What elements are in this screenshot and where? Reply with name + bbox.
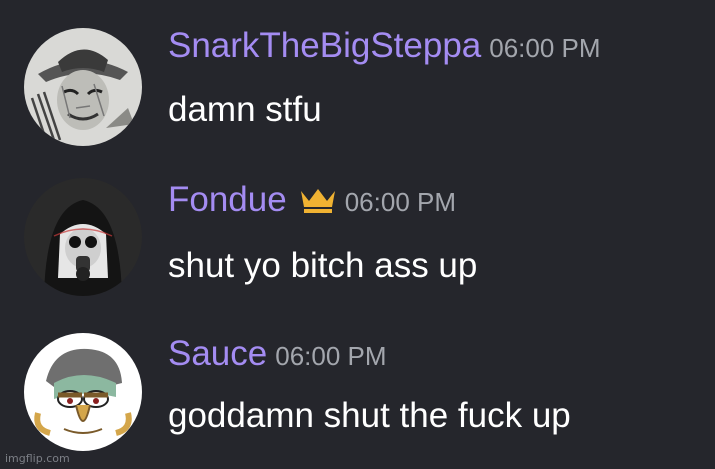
username[interactable]: Sauce (168, 334, 267, 373)
watermark: imgflip.com (5, 452, 70, 465)
user-avatar[interactable] (24, 333, 142, 451)
chat-message: SnarkTheBigSteppa 06:00 PM damn stfu (0, 14, 715, 154)
chat-message: Sauce 06:00 PM goddamn shut the fuck up (0, 326, 715, 466)
message-header: SnarkTheBigSteppa 06:00 PM (168, 26, 601, 70)
user-avatar[interactable] (24, 28, 142, 146)
message-content: damn stfu (168, 90, 322, 129)
timestamp: 06:00 PM (344, 187, 457, 217)
horror-character-sketch-avatar (24, 28, 142, 146)
gas-mask-nun-avatar (24, 178, 142, 296)
message-content: goddamn shut the fuck up (168, 396, 571, 435)
message-header: Sauce 06:00 PM (168, 334, 387, 378)
timestamp: 06:00 PM (275, 341, 387, 371)
message-header: Fondue 06:00 PM (168, 180, 456, 224)
cartoon-face-avatar (24, 333, 142, 451)
user-avatar[interactable] (24, 178, 142, 296)
chat-message: Fondue 06:00 PM shut yo bitch ass up (0, 170, 715, 310)
chat-message-list: SnarkTheBigSteppa 06:00 PM damn stfu Fond… (0, 0, 715, 469)
timestamp: 06:00 PM (489, 33, 601, 63)
crown-icon (299, 185, 337, 215)
username[interactable]: SnarkTheBigSteppa (168, 26, 481, 65)
message-content: shut yo bitch ass up (168, 246, 478, 285)
username[interactable]: Fondue (168, 180, 287, 219)
